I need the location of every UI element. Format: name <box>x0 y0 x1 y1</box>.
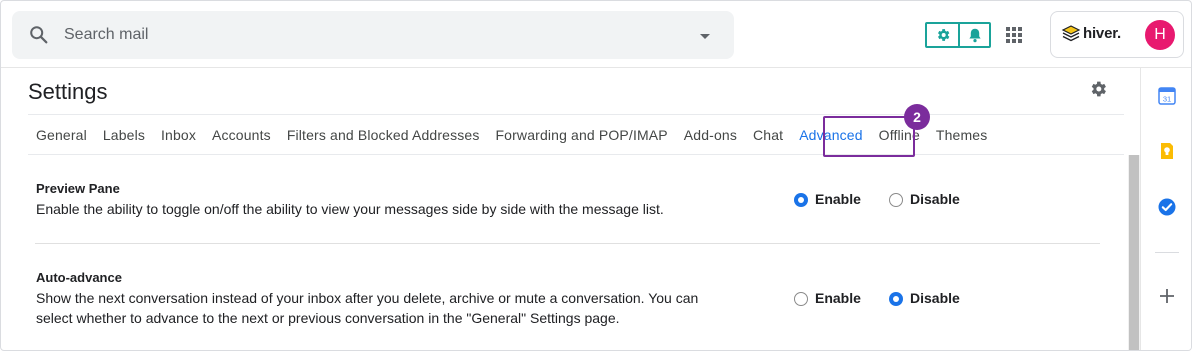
preview-pane-enable-radio[interactable] <box>794 193 808 207</box>
preview-pane-enable-label[interactable]: Enable <box>815 191 861 207</box>
avatar[interactable]: H <box>1145 20 1175 50</box>
calendar-icon[interactable]: 31 <box>1157 86 1177 106</box>
preview-pane-disable-radio[interactable] <box>889 193 903 207</box>
step-badge: 2 <box>904 104 930 130</box>
tab-accounts[interactable]: Accounts <box>212 124 271 148</box>
side-panel: 31 <box>1140 68 1191 350</box>
tabs-divider <box>28 154 1124 155</box>
calendar-day: 31 <box>1163 95 1171 104</box>
title-divider <box>28 114 1124 115</box>
bell-icon <box>968 28 981 43</box>
tab-chat[interactable]: Chat <box>753 124 783 148</box>
page-title: Settings <box>28 79 108 104</box>
search-icon[interactable] <box>28 24 50 46</box>
preview-pane-disable-label[interactable]: Disable <box>910 191 960 207</box>
tab-addons[interactable]: Add-ons <box>684 124 737 148</box>
search-input[interactable] <box>64 11 664 59</box>
tab-forwarding[interactable]: Forwarding and POP/IMAP <box>495 124 667 148</box>
add-icon[interactable] <box>1157 286 1177 306</box>
scrollbar-thumb[interactable] <box>1129 155 1139 350</box>
header-divider <box>1 67 1191 68</box>
hiver-brand-text: hiver. <box>1083 25 1121 42</box>
tab-themes[interactable]: Themes <box>936 124 987 148</box>
row-divider <box>35 243 1100 244</box>
search-bar[interactable] <box>12 11 734 59</box>
auto-advance-title: Auto-advance <box>36 270 122 285</box>
auto-advance-description-line2: select whether to advance to the next or… <box>36 310 620 326</box>
caret-down-icon[interactable] <box>698 29 712 43</box>
preview-pane-title: Preview Pane <box>36 181 120 196</box>
tab-filters[interactable]: Filters and Blocked Addresses <box>287 124 480 148</box>
hiver-notifications-button[interactable] <box>958 24 989 46</box>
hiver-settings-button[interactable] <box>927 24 958 46</box>
auto-advance-enable-label[interactable]: Enable <box>815 290 861 306</box>
keep-icon[interactable] <box>1157 141 1177 161</box>
tasks-icon[interactable] <box>1157 197 1177 217</box>
tab-general[interactable]: General <box>36 124 87 148</box>
highlight-box <box>823 116 915 157</box>
auto-advance-description-line1: Show the next conversation instead of yo… <box>36 290 699 306</box>
preview-pane-description: Enable the ability to toggle on/off the … <box>36 201 664 217</box>
gear-icon[interactable] <box>1088 79 1108 99</box>
tab-inbox[interactable]: Inbox <box>161 124 196 148</box>
grid-apps-icon[interactable] <box>1004 25 1024 45</box>
auto-advance-disable-radio[interactable] <box>889 292 903 306</box>
account-switcher[interactable]: hiver. H <box>1050 11 1184 58</box>
tab-labels[interactable]: Labels <box>103 124 145 148</box>
hiver-toolbar <box>925 22 991 48</box>
auto-advance-enable-radio[interactable] <box>794 292 808 306</box>
gear-icon <box>937 29 949 41</box>
auto-advance-disable-label[interactable]: Disable <box>910 290 960 306</box>
hiver-logo-icon <box>1061 25 1081 42</box>
side-panel-divider <box>1155 252 1179 253</box>
app-frame: hiver. H Settings General Labels Inbox A… <box>0 0 1192 351</box>
